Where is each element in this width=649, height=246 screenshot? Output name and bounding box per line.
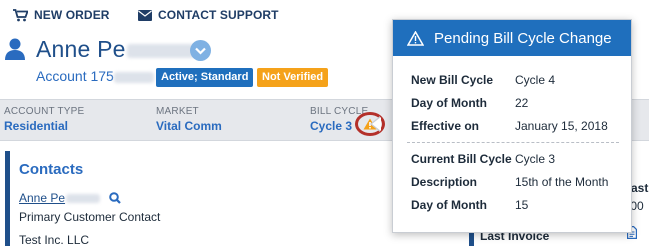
popover-title: Pending Bill Cycle Change	[434, 29, 612, 47]
contact-name-link[interactable]: Anne Pe	[19, 191, 121, 205]
pending-bill-cycle-popover: Pending Bill Cycle Change New Bill Cycle…	[392, 19, 632, 233]
search-icon	[109, 192, 121, 204]
new-day-of-month-row: Day of Month 22	[411, 96, 528, 110]
popover-arrow-fill	[372, 117, 381, 131]
row-value: 15th of the Month	[515, 175, 609, 189]
redacted-text	[126, 43, 195, 58]
row-label: Effective on	[411, 119, 480, 133]
contact-support-label: CONTACT SUPPORT	[158, 8, 279, 22]
effective-on-row: Effective on January 15, 2018	[411, 119, 608, 133]
row-label: Description	[411, 175, 478, 189]
account-type-field: ACCOUNT TYPE Residential	[4, 106, 84, 133]
row-label: Day of Month	[411, 96, 487, 110]
account-number[interactable]: Account 175	[36, 68, 154, 84]
account-type-value[interactable]: Residential	[4, 119, 84, 133]
account-prefix: Account 175	[36, 68, 114, 84]
row-label: Day of Month	[411, 198, 487, 212]
row-value: Cycle 4	[515, 73, 556, 87]
contacts-title: Contacts	[19, 161, 84, 178]
warning-icon	[407, 30, 424, 46]
chevron-down-icon	[195, 47, 206, 55]
popover-header: Pending Bill Cycle Change	[393, 20, 631, 56]
row-value: 22	[515, 96, 529, 110]
row-label: Current Bill Cycle	[411, 152, 512, 166]
envelope-icon	[138, 9, 152, 21]
row-value: 15	[515, 198, 529, 212]
contact-first-name: Anne Pe	[19, 191, 66, 205]
description-row: Description 15th of the Month	[411, 175, 608, 189]
popover-divider	[407, 142, 619, 143]
new-order-button[interactable]: NEW ORDER	[13, 8, 110, 22]
customer-name: Anne Pe	[36, 36, 195, 63]
customer-menu-button[interactable]	[190, 40, 211, 61]
redacted-text	[113, 71, 154, 83]
redacted-text	[66, 193, 101, 203]
user-icon	[5, 38, 25, 60]
market-label: MARKET	[156, 106, 199, 117]
new-bill-cycle-row: New Bill Cycle Cycle 4	[411, 73, 555, 87]
row-label: New Bill Cycle	[411, 73, 494, 87]
market-field: MARKET Vital Comm	[156, 106, 222, 133]
contact-role: Primary Customer Contact	[19, 210, 161, 224]
account-type-label: ACCOUNT TYPE	[4, 106, 85, 117]
contacts-panel: Contacts Anne Pe Primary Customer Contac…	[5, 151, 430, 246]
cart-icon	[13, 8, 28, 21]
row-value: January 15, 2018	[515, 119, 608, 133]
contact-company: Test Inc. LLC	[19, 233, 90, 246]
row-value: Cycle 3	[515, 152, 556, 166]
current-day-of-month-row: Day of Month 15	[411, 198, 528, 212]
current-bill-cycle-row: Current Bill Cycle Cycle 3	[411, 152, 555, 166]
contact-search-button[interactable]	[109, 192, 121, 204]
market-value[interactable]: Vital Comm	[156, 119, 222, 133]
verification-badge: Not Verified	[257, 68, 329, 87]
customer-first-name: Anne Pe	[36, 36, 126, 62]
status-badge: Active; Standard	[156, 68, 254, 87]
new-order-label: NEW ORDER	[34, 8, 110, 22]
contact-support-button[interactable]: CONTACT SUPPORT	[138, 8, 279, 22]
